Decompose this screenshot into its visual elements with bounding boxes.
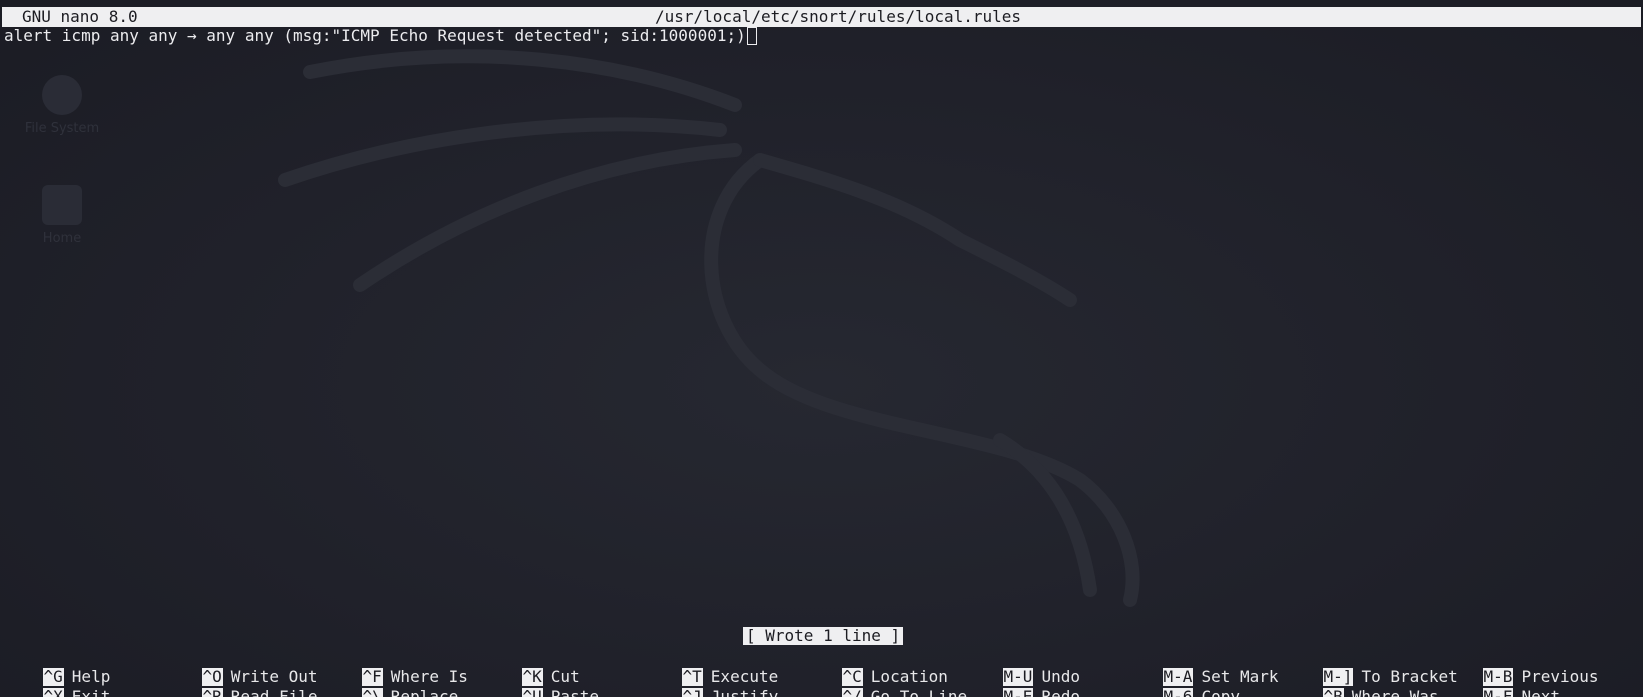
- shortcut-key: ^U: [521, 688, 543, 697]
- shortcut-label: Next: [1521, 687, 1560, 697]
- shortcut-label: Justify: [710, 687, 779, 697]
- shortcut-label: Redo: [1041, 687, 1080, 697]
- shortcut-justify[interactable]: ^J Justify: [643, 667, 778, 697]
- shortcut-write-out[interactable]: ^O Write Out: [163, 647, 318, 686]
- shortcut-key: M-F: [1482, 688, 1514, 697]
- shortcut-key: ^X: [42, 688, 64, 697]
- nano-version: GNU nano 8.0: [22, 7, 138, 26]
- shortcut-where-is[interactable]: ^F Where Is: [323, 647, 468, 686]
- shortcut-help[interactable]: ^G Help: [4, 647, 110, 686]
- shortcut-where-was[interactable]: ^B Where Was: [1284, 667, 1439, 697]
- status-message: [ Wrote 1 line ]: [743, 627, 904, 645]
- shortcut-set-mark[interactable]: M-A Set Mark: [1124, 647, 1279, 686]
- nano-title-bar: GNU nano 8.0 /usr/local/etc/snort/rules/…: [2, 7, 1641, 27]
- shortcut-label: Where Was: [1351, 687, 1439, 697]
- shortcut-location[interactable]: ^C Location: [803, 647, 948, 686]
- shortcut-next[interactable]: M-F Next: [1444, 667, 1560, 697]
- shortcut-key: ^\: [361, 688, 383, 697]
- file-path: /usr/local/etc/snort/rules/local.rules: [655, 7, 1022, 26]
- shortcut-read-file[interactable]: ^R Read File: [163, 667, 318, 697]
- editor-line-text[interactable]: alert icmp any any → any any (msg:"ICMP …: [4, 26, 746, 45]
- shortcut-key: M-6: [1162, 688, 1194, 697]
- shortcut-undo[interactable]: M-U Undo: [964, 647, 1080, 686]
- shortcut-redo[interactable]: M-E Redo: [964, 667, 1080, 697]
- nano-editor: GNU nano 8.0 /usr/local/etc/snort/rules/…: [0, 0, 1643, 697]
- shortcut-previous[interactable]: M-B Previous: [1444, 647, 1599, 686]
- shortcut-label: Read File: [230, 687, 318, 697]
- text-cursor: [746, 27, 757, 45]
- editor-line[interactable]: alert icmp any any → any any (msg:"ICMP …: [4, 26, 757, 46]
- shortcut-label: Exit: [71, 687, 111, 697]
- shortcut-to-bracket[interactable]: M-] To Bracket: [1284, 647, 1458, 686]
- shortcut-label: Copy: [1201, 687, 1240, 697]
- shortcut-label: Paste: [550, 687, 599, 697]
- shortcut-exit[interactable]: ^X Exit: [4, 667, 110, 697]
- shortcut-replace[interactable]: ^\ Replace: [323, 667, 458, 697]
- shortcut-paste[interactable]: ^U Paste: [483, 667, 599, 697]
- shortcut-cut[interactable]: ^K Cut: [483, 647, 580, 686]
- shortcut-execute[interactable]: ^T Execute: [643, 647, 778, 686]
- shortcut-key: ^B: [1322, 688, 1344, 697]
- shortcut-label: Go To Line: [870, 687, 968, 697]
- shortcut-key: ^R: [201, 688, 223, 697]
- shortcut-key: ^/: [841, 688, 863, 697]
- shortcut-copy[interactable]: M-6 Copy: [1124, 667, 1240, 697]
- shortcut-key: ^J: [681, 688, 703, 697]
- shortcut-go-to-line[interactable]: ^/ Go To Line: [803, 667, 967, 697]
- shortcut-key: M-E: [1002, 688, 1034, 697]
- shortcut-label: Replace: [390, 687, 459, 697]
